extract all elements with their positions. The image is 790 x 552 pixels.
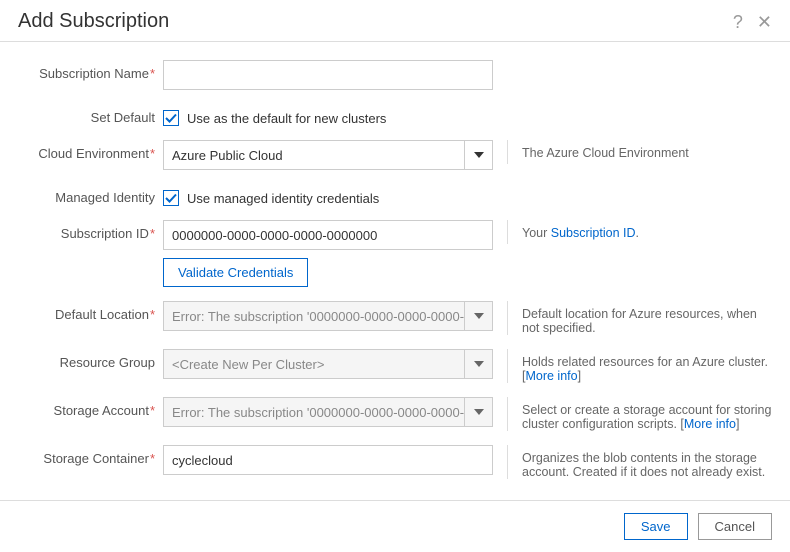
add-subscription-dialog: Add Subscription ? ✕ Subscription Name* … xyxy=(0,0,790,552)
help-default-location: Default location for Azure resources, wh… xyxy=(507,301,772,335)
label-storage-container: Storage Container* xyxy=(18,445,163,466)
chevron-down-icon[interactable] xyxy=(464,398,492,426)
row-storage-container: Storage Container* Organizes the blob co… xyxy=(18,445,772,479)
help-storage-account: Select or create a storage account for s… xyxy=(507,397,772,431)
required-mark: * xyxy=(150,146,155,161)
required-mark: * xyxy=(150,403,155,418)
row-subscription-id: Subscription ID* Your Subscription ID. xyxy=(18,220,772,250)
help-icon[interactable]: ? xyxy=(733,13,743,31)
header-actions: ? ✕ xyxy=(733,13,772,31)
check-icon xyxy=(165,112,177,124)
field-set-default: Use as the default for new clusters xyxy=(163,104,493,126)
field-subscription-id xyxy=(163,220,493,250)
label-cloud-environment: Cloud Environment* xyxy=(18,140,163,161)
dialog-header: Add Subscription ? ✕ xyxy=(0,0,790,42)
help-text-suffix: ] xyxy=(736,417,739,431)
row-storage-account: Storage Account* Error: The subscription… xyxy=(18,397,772,431)
storage-account-more-info-link[interactable]: More info xyxy=(684,417,736,431)
resource-group-value: <Create New Per Cluster> xyxy=(164,357,464,372)
dialog-body: Subscription Name* Set Default Use as th… xyxy=(0,42,790,500)
label-set-default: Set Default xyxy=(18,104,163,125)
required-mark: * xyxy=(150,66,155,81)
row-subscription-name: Subscription Name* xyxy=(18,60,772,90)
resource-group-more-info-link[interactable]: More info xyxy=(525,369,577,383)
help-resource-group: Holds related resources for an Azure clu… xyxy=(507,349,772,383)
subscription-id-link[interactable]: Subscription ID xyxy=(551,226,636,240)
row-cloud-environment: Cloud Environment* Azure Public Cloud Th… xyxy=(18,140,772,170)
field-subscription-name xyxy=(163,60,493,90)
cancel-button[interactable]: Cancel xyxy=(698,513,772,540)
field-validate: Validate Credentials xyxy=(163,258,493,287)
label-subscription-id: Subscription ID* xyxy=(18,220,163,241)
required-mark: * xyxy=(150,307,155,322)
subscription-name-input[interactable] xyxy=(163,60,493,90)
cloud-environment-value: Azure Public Cloud xyxy=(164,148,464,163)
dialog-title: Add Subscription xyxy=(18,10,169,33)
save-button[interactable]: Save xyxy=(624,513,688,540)
row-resource-group: Resource Group <Create New Per Cluster> … xyxy=(18,349,772,383)
help-text-suffix: . xyxy=(636,226,639,240)
storage-account-value: Error: The subscription '0000000-0000-00… xyxy=(164,405,464,420)
label-managed-identity: Managed Identity xyxy=(18,184,163,205)
default-location-select[interactable]: Error: The subscription '0000000-0000-00… xyxy=(163,301,493,331)
label-text: Subscription Name xyxy=(39,66,149,81)
resource-group-select[interactable]: <Create New Per Cluster> xyxy=(163,349,493,379)
label-default-location: Default Location* xyxy=(18,301,163,322)
field-resource-group: <Create New Per Cluster> xyxy=(163,349,493,379)
default-location-value: Error: The subscription '0000000-0000-00… xyxy=(164,309,464,324)
field-managed-identity: Use managed identity credentials xyxy=(163,184,493,206)
managed-identity-checkbox[interactable] xyxy=(163,190,179,206)
help-storage-container: Organizes the blob contents in the stora… xyxy=(507,445,772,479)
row-set-default: Set Default Use as the default for new c… xyxy=(18,104,772,126)
label-resource-group: Resource Group xyxy=(18,349,163,370)
label-text: Cloud Environment xyxy=(38,146,149,161)
help-cloud-environment: The Azure Cloud Environment xyxy=(507,140,772,164)
field-storage-container xyxy=(163,445,493,475)
set-default-checkbox-label: Use as the default for new clusters xyxy=(187,111,386,126)
storage-container-input[interactable] xyxy=(163,445,493,475)
storage-account-select[interactable]: Error: The subscription '0000000-0000-00… xyxy=(163,397,493,427)
subscription-id-input[interactable] xyxy=(163,220,493,250)
label-text: Storage Container xyxy=(43,451,149,466)
required-mark: * xyxy=(150,451,155,466)
chevron-down-icon[interactable] xyxy=(464,302,492,330)
check-icon xyxy=(165,192,177,204)
row-validate: Validate Credentials xyxy=(18,258,772,287)
label-empty xyxy=(18,258,163,264)
validate-credentials-button[interactable]: Validate Credentials xyxy=(163,258,308,287)
field-default-location: Error: The subscription '0000000-0000-00… xyxy=(163,301,493,331)
label-text: Subscription ID xyxy=(61,226,149,241)
label-subscription-name: Subscription Name* xyxy=(18,60,163,81)
managed-identity-checkbox-label: Use managed identity credentials xyxy=(187,191,379,206)
row-managed-identity: Managed Identity Use managed identity cr… xyxy=(18,184,772,206)
chevron-down-icon[interactable] xyxy=(464,350,492,378)
field-cloud-environment: Azure Public Cloud xyxy=(163,140,493,170)
set-default-checkbox-wrap: Use as the default for new clusters xyxy=(163,104,493,126)
label-text: Default Location xyxy=(55,307,149,322)
required-mark: * xyxy=(150,226,155,241)
dialog-footer: Save Cancel xyxy=(0,500,790,552)
help-text-suffix: ] xyxy=(578,369,581,383)
chevron-down-icon[interactable] xyxy=(464,141,492,169)
row-default-location: Default Location* Error: The subscriptio… xyxy=(18,301,772,335)
field-storage-account: Error: The subscription '0000000-0000-00… xyxy=(163,397,493,427)
help-text: Your xyxy=(522,226,551,240)
label-storage-account: Storage Account* xyxy=(18,397,163,418)
set-default-checkbox[interactable] xyxy=(163,110,179,126)
help-subscription-id: Your Subscription ID. xyxy=(507,220,772,244)
close-icon[interactable]: ✕ xyxy=(757,13,772,31)
cloud-environment-select[interactable]: Azure Public Cloud xyxy=(163,140,493,170)
managed-identity-checkbox-wrap: Use managed identity credentials xyxy=(163,184,493,206)
label-text: Storage Account xyxy=(54,403,149,418)
